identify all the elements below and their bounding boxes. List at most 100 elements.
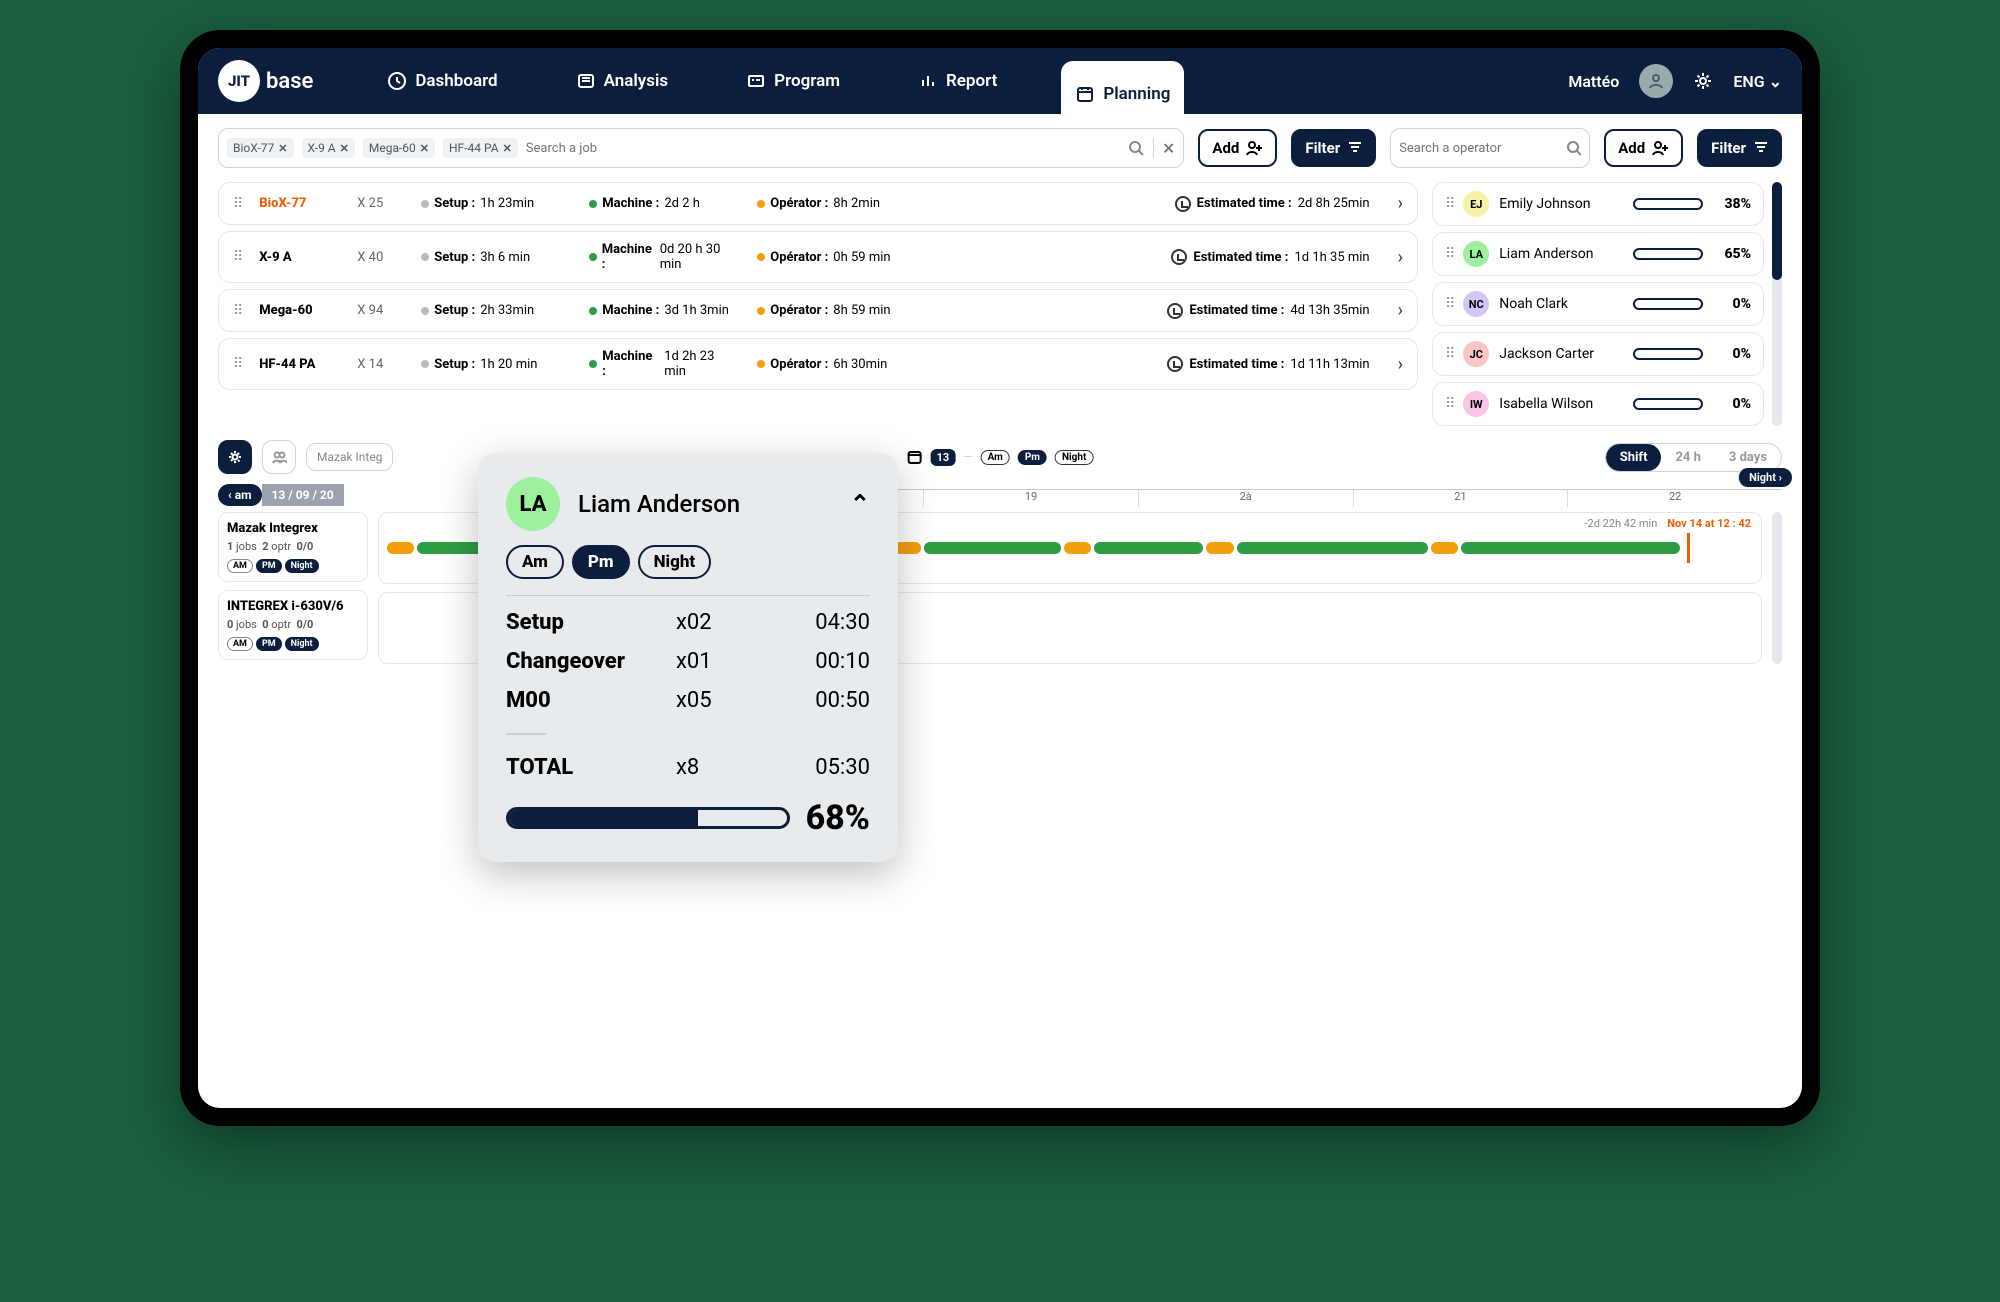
popup-avatar: LA — [506, 477, 560, 531]
operator-name: Isabella Wilson — [1499, 396, 1593, 412]
user-avatar[interactable] — [1639, 64, 1673, 98]
job-setup: Setup : 1h 23min — [421, 196, 571, 211]
operator-progress — [1633, 198, 1703, 210]
job-setup: Setup : 3h 6 min — [421, 250, 571, 265]
shift-am[interactable]: AM — [227, 559, 253, 573]
shift-pm[interactable]: PM — [256, 637, 282, 651]
chevron-right-icon[interactable]: › — [1398, 354, 1403, 375]
collapse-icon[interactable]: ⌃ — [850, 490, 870, 518]
view-24h[interactable]: 24 h — [1661, 444, 1714, 471]
next-shift-button[interactable]: Night › — [1738, 468, 1792, 487]
operator-avatar: NC — [1463, 291, 1489, 317]
job-chip[interactable]: Mega-60✕ — [363, 138, 435, 158]
filter-icon — [1752, 138, 1768, 158]
popup-row-label: Changeover — [506, 649, 676, 674]
operators-list: ⠿ EJ Emily Johnson 38% ⠿ LA Liam Anderson… — [1432, 182, 1764, 426]
logo-text: base — [266, 69, 313, 94]
job-row[interactable]: ⠿ Mega-60 X 94 Setup : 2h 33min Machine … — [218, 289, 1418, 332]
chevron-right-icon[interactable]: › — [1398, 300, 1403, 321]
job-chip[interactable]: X-9 A✕ — [302, 138, 355, 158]
add-operator-button[interactable]: Add — [1604, 129, 1683, 167]
popup-row-label: Setup — [506, 610, 676, 635]
shift-pill-night[interactable]: Night — [1055, 450, 1093, 465]
settings-icon[interactable] — [1693, 71, 1713, 91]
nav-analysis[interactable]: Analysis — [562, 51, 683, 111]
clear-search-icon[interactable]: ✕ — [1162, 139, 1175, 158]
drag-handle-icon[interactable]: ⠿ — [233, 196, 241, 212]
job-chip[interactable]: BioX-77✕ — [227, 138, 294, 158]
drag-handle-icon[interactable]: ⠿ — [1445, 246, 1453, 262]
machine-card[interactable]: Mazak Integrex 1 jobs 2 optr 0/0 AMPMNig… — [218, 512, 368, 582]
chevron-right-icon[interactable]: › — [1398, 193, 1403, 214]
filter-jobs-button[interactable]: Filter — [1291, 129, 1376, 167]
operator-row[interactable]: ⠿ EJ Emily Johnson 38% — [1432, 182, 1764, 226]
timeline-scrollbar[interactable] — [1772, 512, 1782, 664]
settings-gear-button[interactable] — [218, 440, 252, 474]
add-job-button[interactable]: Add — [1198, 129, 1277, 167]
chevron-right-icon[interactable]: › — [1398, 247, 1403, 268]
popup-shift-pm[interactable]: Pm — [572, 545, 630, 579]
popup-shift-night[interactable]: Night — [638, 545, 712, 579]
job-qty: X 25 — [357, 196, 403, 211]
shift-am[interactable]: AM — [227, 637, 253, 651]
language-selector[interactable]: ENG ⌄ — [1733, 72, 1782, 91]
nav-report[interactable]: Report — [904, 51, 1011, 111]
report-icon — [918, 71, 938, 91]
job-setup: Setup : 2h 33min — [421, 303, 571, 318]
planning-icon — [1075, 84, 1095, 104]
job-estimated: Estimated time : 1d 11h 13min — [1167, 356, 1369, 372]
prev-shift-button[interactable]: ‹ am — [218, 484, 262, 506]
job-row[interactable]: ⠿ X-9 A X 40 Setup : 3h 6 min Machine : … — [218, 231, 1418, 283]
operator-row[interactable]: ⠿ LA Liam Anderson 65% — [1432, 232, 1764, 276]
popup-progress-pct: 68% — [806, 798, 870, 838]
operator-search-input[interactable] — [1399, 141, 1565, 156]
drag-handle-icon[interactable]: ⠿ — [1445, 346, 1453, 362]
operator-progress — [1633, 298, 1703, 310]
shift-night[interactable]: Night — [285, 559, 319, 573]
job-search-input[interactable] — [526, 141, 1119, 156]
popup-operator-name: Liam Anderson — [578, 490, 832, 518]
nav-program[interactable]: Program — [732, 51, 854, 111]
job-row[interactable]: ⠿ HF-44 PA X 14 Setup : 1h 20 min Machin… — [218, 338, 1418, 390]
job-row[interactable]: ⠿ BioX-77 X 25 Setup : 1h 23min Machine … — [218, 182, 1418, 225]
search-icon[interactable] — [1127, 139, 1145, 157]
machine-filter-chip[interactable]: Mazak Integ — [306, 443, 393, 471]
drag-handle-icon[interactable]: ⠿ — [233, 249, 241, 265]
shift-pill-pm[interactable]: Pm — [1018, 450, 1047, 465]
drag-handle-icon[interactable]: ⠿ — [233, 303, 241, 319]
job-chip[interactable]: HF-44 PA✕ — [443, 138, 518, 158]
job-operator: Opérator : 0h 59 min — [757, 250, 907, 265]
add-user-icon — [1651, 139, 1669, 157]
operator-row[interactable]: ⠿ IW Isabella Wilson 0% — [1432, 382, 1764, 426]
job-machine: Machine : 3d 1h 3min — [589, 303, 739, 318]
dashboard-icon — [387, 71, 407, 91]
remaining-time: -2d 22h 42 min — [1585, 517, 1658, 530]
nav-dashboard[interactable]: Dashboard — [373, 51, 511, 111]
machine-stats: 0 jobs 0 optr 0/0 — [227, 618, 359, 631]
drag-handle-icon[interactable]: ⠿ — [1445, 296, 1453, 312]
people-button[interactable] — [262, 440, 296, 474]
view-shift[interactable]: Shift — [1606, 444, 1662, 471]
view-3days[interactable]: 3 days — [1715, 444, 1781, 471]
operator-pct: 0% — [1713, 296, 1751, 312]
operator-row[interactable]: ⠿ NC Noah Clark 0% — [1432, 282, 1764, 326]
close-icon: ✕ — [420, 142, 429, 155]
drag-handle-icon[interactable]: ⠿ — [233, 356, 241, 372]
search-icon[interactable] — [1565, 139, 1581, 157]
shift-pm[interactable]: PM — [256, 559, 282, 573]
user-name: Mattéo — [1568, 72, 1619, 91]
drag-handle-icon[interactable]: ⠿ — [1445, 196, 1453, 212]
shift-pill-am[interactable]: Am — [981, 450, 1010, 465]
nav-planning[interactable]: Planning — [1061, 61, 1184, 131]
operators-scrollbar[interactable] — [1772, 182, 1782, 426]
shift-night[interactable]: Night — [285, 637, 319, 651]
drag-handle-icon[interactable]: ⠿ — [1445, 396, 1453, 412]
popup-shift-am[interactable]: Am — [506, 545, 564, 579]
operator-pct: 38% — [1713, 196, 1751, 212]
operator-row[interactable]: ⠿ JC Jackson Carter 0% — [1432, 332, 1764, 376]
machine-card[interactable]: INTEGREX i-630V/6 0 jobs 0 optr 0/0 AMPM… — [218, 590, 368, 660]
filter-operators-button[interactable]: Filter — [1697, 129, 1782, 167]
close-icon: ✕ — [278, 142, 287, 155]
job-name: Mega-60 — [259, 303, 339, 318]
job-operator: Opérator : 8h 2min — [757, 196, 907, 211]
